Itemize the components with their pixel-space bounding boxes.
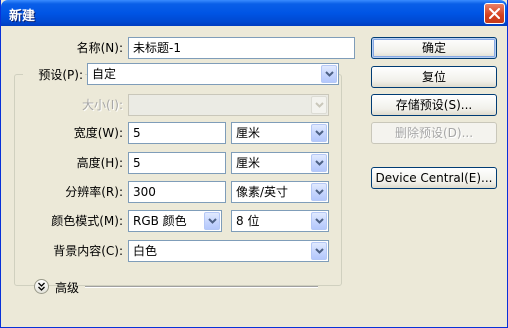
width-unit-select[interactable]: 厘米 [231, 122, 329, 144]
advanced-label: 高级 [55, 281, 80, 295]
chevron-down-icon[interactable] [311, 212, 327, 230]
advanced-divider [85, 286, 318, 288]
background-value: 白色 [133, 244, 158, 258]
chevron-down-icon[interactable] [321, 65, 337, 83]
chevron-down-icon[interactable] [311, 242, 327, 260]
new-document-dialog: 新建 名称(N): 未标题-1 预设(P): 自定 大小(I): 宽度(W): … [0, 0, 508, 328]
chevron-down-icon[interactable] [311, 124, 327, 142]
width-label: 宽度(W): [73, 126, 123, 140]
delete-preset-button: 删除预设(D)... [371, 122, 497, 144]
width-unit-value: 厘米 [236, 126, 261, 140]
chevron-down-icon [311, 96, 327, 114]
resolution-input[interactable]: 300 [128, 181, 226, 203]
size-select [128, 94, 329, 116]
height-label: 高度(H): [76, 156, 123, 170]
chevron-down-icon[interactable] [311, 154, 327, 172]
color-mode-label: 颜色模式(M): [51, 214, 123, 228]
chevron-down-icon[interactable] [311, 183, 327, 201]
bit-depth-select[interactable]: 8 位 [231, 210, 329, 232]
dialog-title: 新建 [9, 9, 36, 24]
expand-advanced-button[interactable] [34, 279, 49, 294]
ok-button[interactable]: 确定 [371, 37, 497, 59]
reset-button[interactable]: 复位 [371, 66, 497, 88]
title-bar[interactable]: 新建 [1, 0, 507, 26]
color-mode-value: RGB 颜色 [133, 214, 187, 228]
height-unit-value: 厘米 [236, 156, 261, 170]
device-central-button[interactable]: Device Central(E)... [371, 167, 497, 189]
resolution-unit-value: 像素/英寸 [236, 185, 289, 199]
preset-label: 预设(P): [23, 67, 85, 83]
name-label: 名称(N): [76, 41, 123, 55]
name-input[interactable]: 未标题-1 [128, 37, 355, 59]
background-select[interactable]: 白色 [128, 240, 329, 262]
preset-value: 自定 [92, 67, 117, 81]
save-preset-button[interactable]: 存储预设(S)... [371, 94, 497, 116]
preset-select[interactable]: 自定 [87, 63, 339, 85]
size-label: 大小(I): [82, 98, 123, 112]
width-input[interactable]: 5 [128, 122, 226, 144]
resolution-label: 分辨率(R): [65, 185, 123, 199]
background-label: 背景内容(C): [53, 244, 123, 258]
close-button[interactable] [484, 3, 505, 24]
chevron-down-icon[interactable] [204, 212, 220, 230]
color-mode-select[interactable]: RGB 颜色 [128, 210, 222, 232]
height-unit-select[interactable]: 厘米 [231, 152, 329, 174]
height-input[interactable]: 5 [128, 152, 226, 174]
resolution-unit-select[interactable]: 像素/英寸 [231, 181, 329, 203]
bit-depth-value: 8 位 [236, 214, 260, 228]
